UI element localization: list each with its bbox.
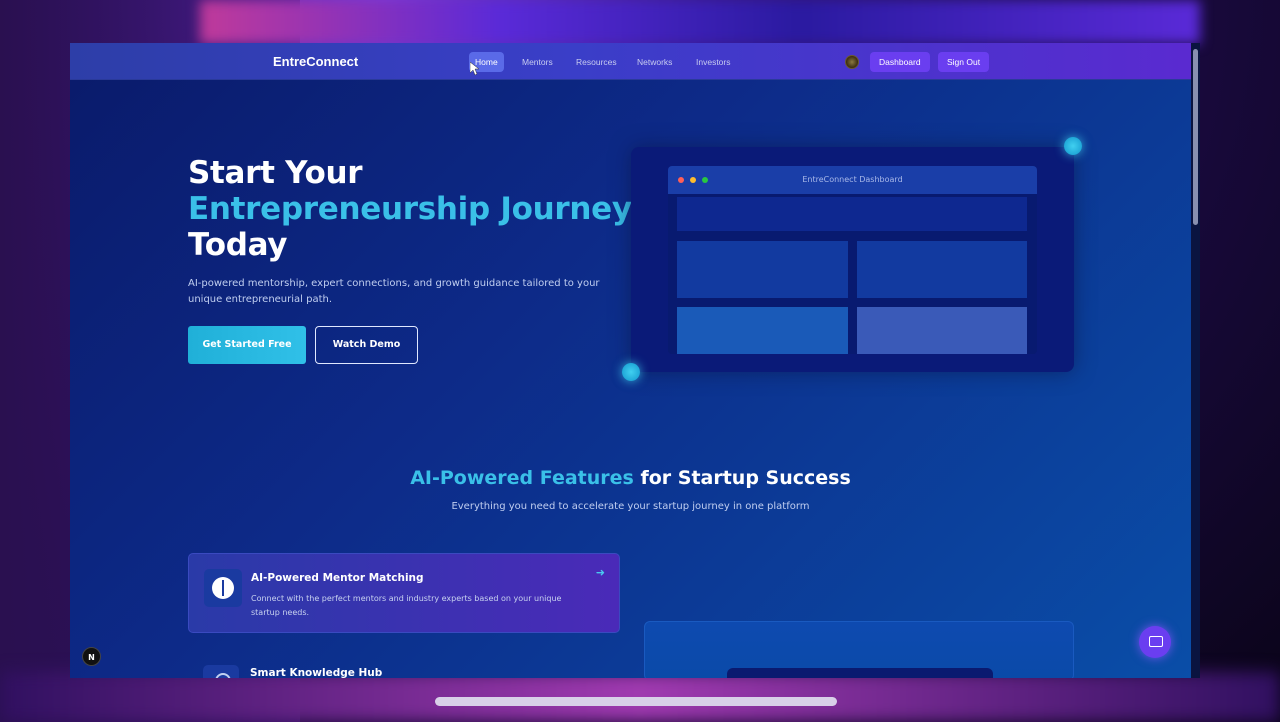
feature-icon-box (204, 569, 242, 607)
scrollbar[interactable] (1191, 43, 1200, 678)
dashboard-button[interactable]: Dashboard (870, 52, 930, 72)
features-title: AI-Powered Features for Startup Success (70, 467, 1191, 489)
mockup-panel (677, 307, 848, 354)
mockup-panel (857, 241, 1027, 298)
nav-mentors[interactable]: Mentors (516, 52, 559, 72)
background-top-glow (200, 0, 1200, 44)
hero-title: Start Your Entrepreneurship Journey Toda… (188, 155, 668, 263)
logo[interactable]: EntreConnect (273, 54, 358, 69)
mockup-panel (677, 241, 848, 298)
scrollbar-thumb[interactable] (1193, 49, 1198, 225)
nav-investors[interactable]: Investors (690, 52, 737, 72)
arrow-right-icon[interactable]: ➜ (596, 566, 605, 579)
n-badge-icon[interactable]: N (82, 647, 101, 666)
hero-subtitle: AI-powered mentorship, expert connection… (188, 278, 600, 305)
home-indicator[interactable] (435, 697, 837, 706)
navbar: EntreConnect Home Mentors Resources Netw… (70, 43, 1191, 80)
mockup-titlebar: EntreConnect Dashboard (668, 166, 1037, 194)
decorative-orb (622, 363, 640, 381)
mockup-panel-top (677, 197, 1027, 231)
avatar[interactable] (845, 55, 859, 69)
knowledge-hub-icon (203, 665, 239, 678)
chat-icon[interactable] (1139, 626, 1171, 658)
mockup-window: EntreConnect Dashboard (668, 166, 1037, 354)
features-title-accent: AI-Powered Features (410, 467, 634, 489)
watch-demo-button[interactable]: Watch Demo (315, 326, 418, 364)
nav-resources[interactable]: Resources (570, 52, 623, 72)
mockup-panel (857, 307, 1027, 354)
feature-title: AI-Powered Mentor Matching (251, 572, 424, 584)
features-title-rest: for Startup Success (633, 467, 851, 489)
hero-title-accent: Entrepreneurship Journey (188, 191, 632, 227)
feature-card-mentor-matching[interactable]: AI-Powered Mentor Matching Connect with … (188, 553, 620, 633)
get-started-button[interactable]: Get Started Free (188, 326, 306, 364)
dashboard-mockup: EntreConnect Dashboard (631, 147, 1074, 372)
browser-window: EntreConnect Home Mentors Resources Netw… (70, 43, 1200, 678)
nav-networks[interactable]: Networks (631, 52, 678, 72)
features-subtitle: Everything you need to accelerate your s… (451, 501, 810, 512)
hero-title-line1: Start Your (188, 155, 363, 191)
feature-description: Connect with the perfect mentors and ind… (251, 594, 562, 617)
preview-window (727, 668, 993, 678)
mockup-title: EntreConnect Dashboard (802, 175, 903, 184)
feature-preview-panel (644, 621, 1074, 678)
brain-icon (212, 577, 234, 599)
decorative-orb (1064, 137, 1082, 155)
feature-title[interactable]: Smart Knowledge Hub (250, 667, 382, 678)
mouse-cursor-icon (470, 62, 480, 76)
hero-title-line3: Today (188, 227, 288, 263)
sign-out-button[interactable]: Sign Out (938, 52, 990, 72)
